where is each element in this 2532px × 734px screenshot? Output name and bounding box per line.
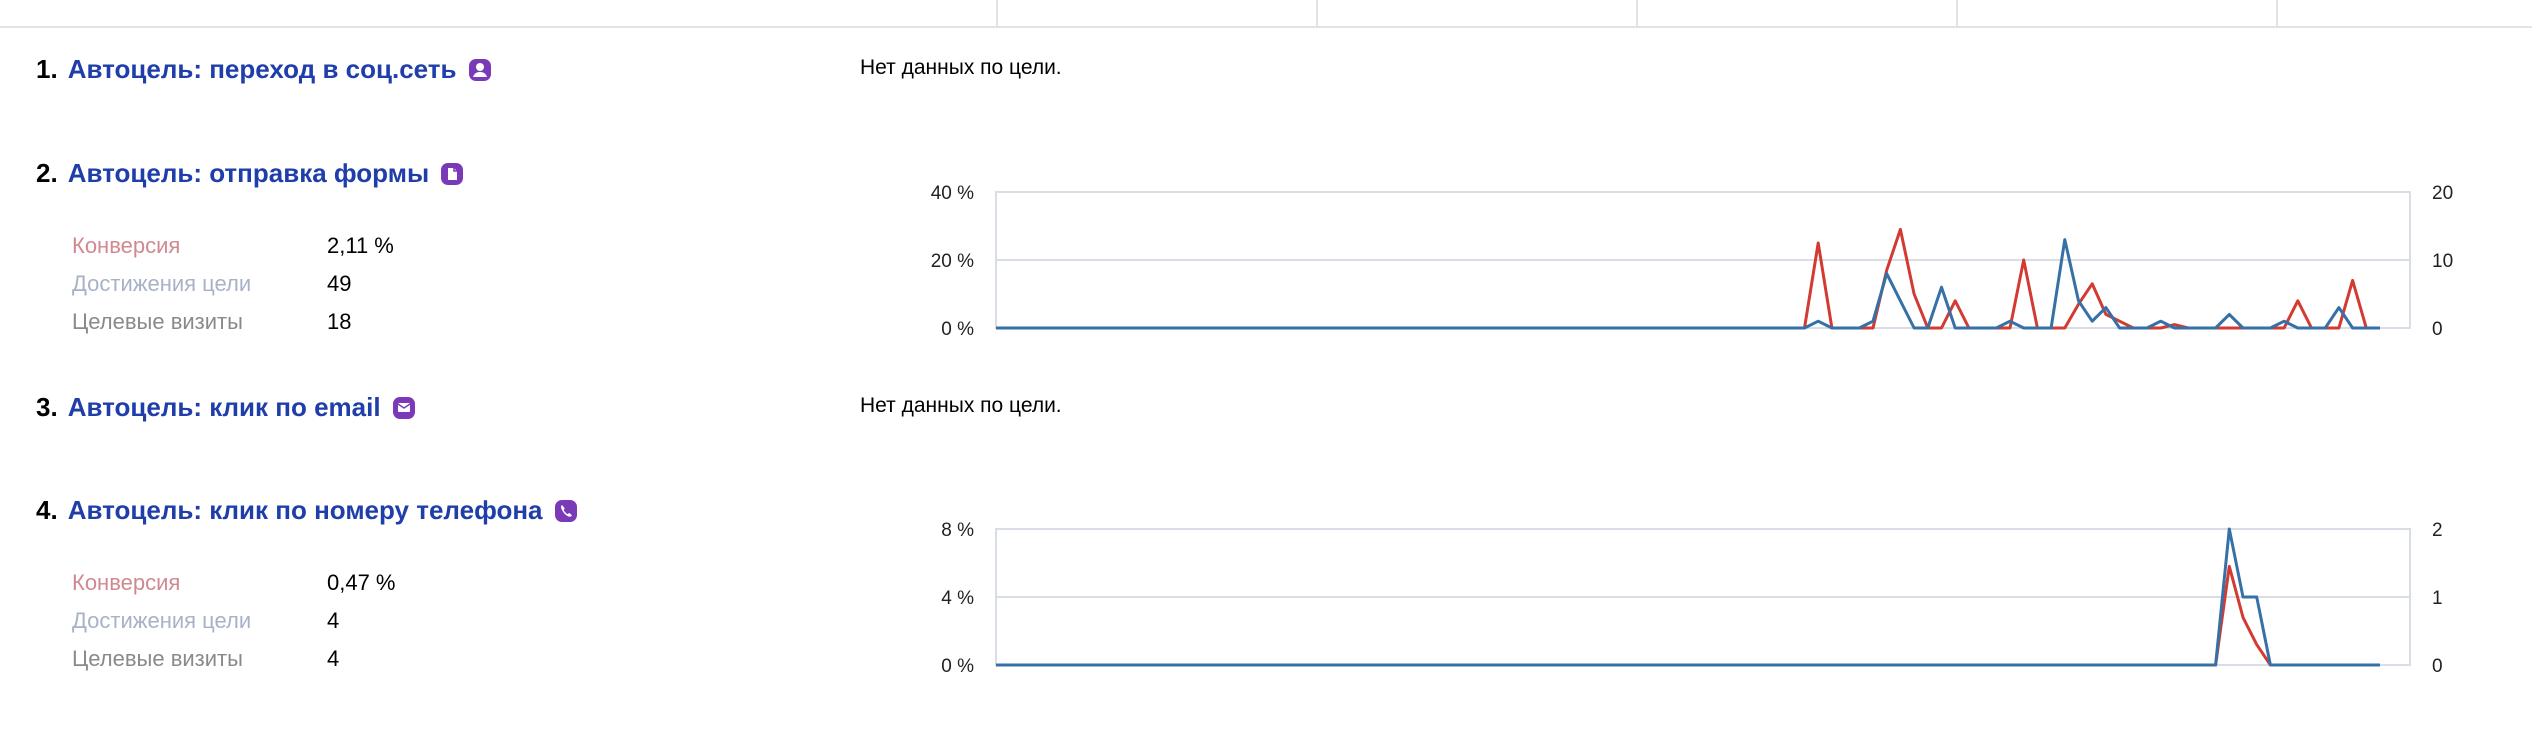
goal-link[interactable]: Автоцель: переход в соц.сеть (68, 54, 457, 85)
goal-link[interactable]: Автоцель: отправка формы (68, 158, 429, 189)
conversion-value: 0,47 % (327, 570, 396, 595)
series-line-1 (996, 227, 2380, 330)
phone-icon (553, 498, 579, 524)
goal-4-title: 4. Автоцель: клик по номеру телефона (36, 495, 579, 526)
line-chart: 0 % 0 4 % 1 8 % 2 (941, 520, 2443, 677)
right-tick-label: 0 (2432, 319, 2443, 340)
goal-number: 4. (36, 495, 58, 525)
goal-2-chart: 0 % 0 20 % 10 40 % 20 (900, 176, 2460, 351)
right-tick-label: 0 (2432, 656, 2443, 677)
goal-number: 3. (36, 392, 58, 422)
series-line-1 (996, 564, 2380, 667)
no-data-message: Нет данных по цели. (860, 394, 1062, 417)
top-divider (0, 26, 2532, 28)
achievements-value: 49 (327, 271, 352, 296)
goal-3-title: 3. Автоцель: клик по email (36, 392, 417, 423)
goal-number: 2. (36, 158, 58, 188)
visits-value: 4 (327, 646, 340, 671)
visits-value: 18 (327, 309, 352, 334)
achievements-label: Достижения цели (72, 271, 252, 296)
top-axis-tick (1636, 0, 1638, 26)
left-tick-label: 40 % (931, 183, 974, 204)
left-tick-label: 8 % (941, 520, 974, 541)
left-tick-label: 0 % (941, 656, 974, 677)
goal-link[interactable]: Автоцель: клик по номеру телефона (68, 495, 543, 526)
achievements-value: 4 (327, 608, 340, 633)
visits-label: Целевые визиты (72, 309, 243, 334)
conversion-label: Конверсия (72, 570, 181, 595)
series-line-2 (996, 238, 2380, 330)
email-icon (391, 395, 417, 421)
right-tick-label: 1 (2432, 588, 2443, 609)
goal-4-chart: 0 % 0 4 % 1 8 % 2 (900, 513, 2460, 688)
left-tick-label: 20 % (931, 251, 974, 272)
right-tick-label: 20 (2432, 183, 2453, 204)
top-axis-tick (1956, 0, 1958, 26)
left-tick-label: 0 % (941, 319, 974, 340)
right-tick-label: 10 (2432, 251, 2453, 272)
top-axis-tick (2276, 0, 2278, 26)
form-icon (439, 161, 465, 187)
top-axis-tick (996, 0, 998, 26)
goal-number: 1. (36, 54, 58, 84)
goal-link[interactable]: Автоцель: клик по email (68, 392, 381, 423)
conversion-label: Конверсия (72, 233, 181, 258)
visits-label: Целевые визиты (72, 646, 243, 671)
conversion-value: 2,11 % (327, 233, 394, 258)
right-tick-label: 2 (2432, 520, 2443, 541)
top-axis-tick (1316, 0, 1318, 26)
line-chart: 0 % 0 20 % 10 40 % 20 (931, 183, 2453, 340)
goal-1-title: 1. Автоцель: переход в соц.сеть (36, 54, 493, 85)
user-icon (467, 57, 493, 83)
no-data-message: Нет данных по цели. (860, 56, 1062, 79)
achievements-label: Достижения цели (72, 608, 252, 633)
left-tick-label: 4 % (941, 588, 974, 609)
goal-2-title: 2. Автоцель: отправка формы (36, 158, 465, 189)
